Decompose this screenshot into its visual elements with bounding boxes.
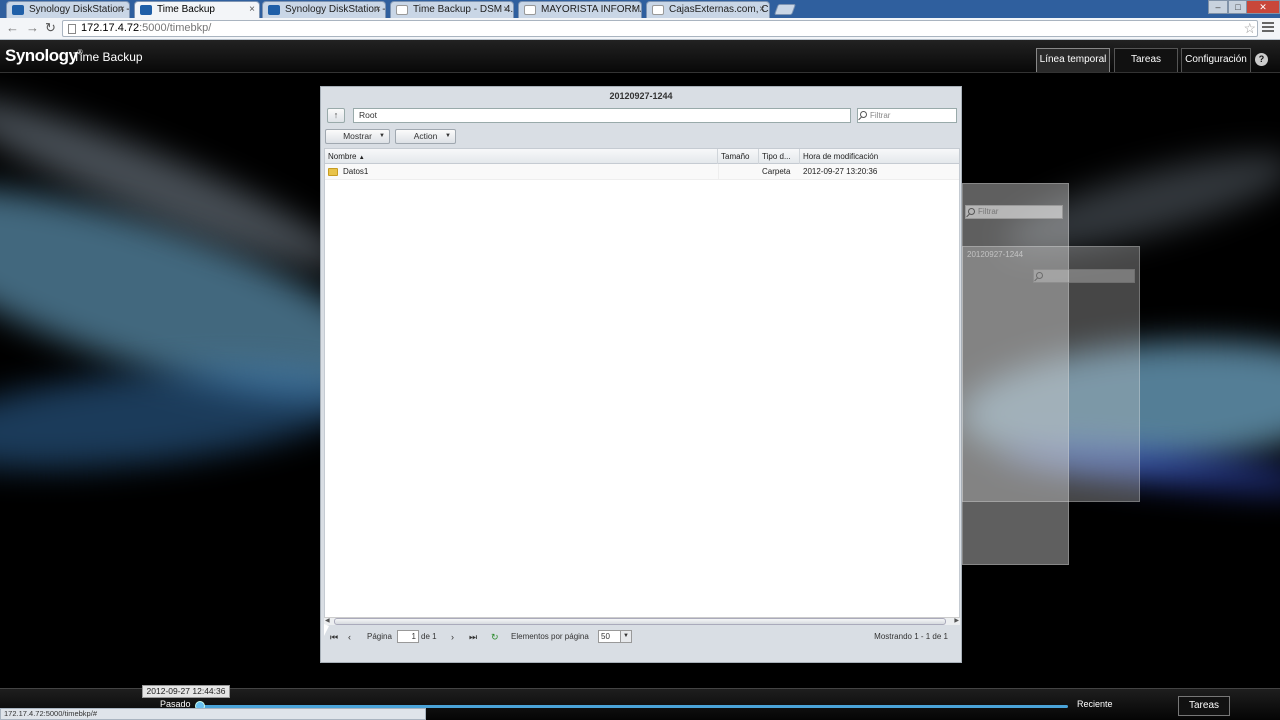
table-row[interactable]: Datos1 Carpeta 2012-09-27 13:20:36 xyxy=(325,164,959,180)
page-number-input[interactable]: 1 xyxy=(397,630,419,643)
column-header-modified[interactable]: Hora de modificación xyxy=(800,149,959,164)
pagination-bar: ⏮ ‹ Página 1 de 1 › ⏭ ↻ Elementos por pá… xyxy=(324,628,960,646)
tasks-button[interactable]: Tareas xyxy=(1178,696,1230,716)
new-tab-button[interactable] xyxy=(773,4,797,15)
help-icon[interactable]: ? xyxy=(1255,53,1268,66)
dsm-favicon-icon xyxy=(140,5,152,15)
column-header-name[interactable]: Nombre ▲ xyxy=(325,149,718,164)
refresh-icon[interactable]: ↻ xyxy=(491,628,499,646)
cell-modified: 2012-09-27 13:20:36 xyxy=(803,167,878,176)
folder-icon xyxy=(328,168,338,176)
browser-tab[interactable]: Time Backup - DSM 4.1 - S × xyxy=(390,1,514,18)
address-bar[interactable]: 172.17.4.72:5000/timebkp/ xyxy=(62,20,1258,37)
reload-icon[interactable]: ↻ xyxy=(45,21,56,35)
page-of-label: de 1 xyxy=(421,632,437,641)
search-icon xyxy=(968,208,975,215)
column-header-size[interactable]: Tamaño xyxy=(718,149,759,164)
close-icon[interactable]: × xyxy=(759,2,765,18)
scroll-right-icon[interactable]: ▶ xyxy=(954,617,959,624)
close-icon[interactable]: × xyxy=(503,2,509,18)
up-arrow-icon: ↑ xyxy=(333,110,339,120)
tab-tasks[interactable]: Tareas xyxy=(1114,48,1178,72)
browser-tab[interactable]: Synology DiskStation - Dis × xyxy=(6,1,130,18)
maximize-button[interactable]: □ xyxy=(1228,0,1248,14)
browser-tab[interactable]: Synology DiskStation - Dis × xyxy=(262,1,386,18)
recent-label: Reciente xyxy=(1077,699,1113,709)
page-icon xyxy=(68,24,76,34)
last-page-icon[interactable]: ⏭ xyxy=(469,628,477,646)
dropdown-arrow-icon: ▼ xyxy=(379,133,385,139)
up-folder-button[interactable]: ↑ xyxy=(327,108,345,123)
status-bar-url: 172.17.4.72:5000/timebkp/# xyxy=(0,708,426,720)
search-icon xyxy=(1036,272,1043,279)
doc-favicon-icon xyxy=(652,5,664,15)
close-icon[interactable]: × xyxy=(249,2,255,18)
back-arrow-icon[interactable]: ← xyxy=(6,21,19,35)
show-dropdown-button[interactable]: Mostrar ▼ xyxy=(325,129,390,144)
browser-tab[interactable]: CajasExternas.com, Cajas E × xyxy=(646,1,770,18)
search-icon xyxy=(860,111,867,118)
app-title: Time Backup xyxy=(73,50,143,64)
tab-label: CajasExternas.com, Cajas E xyxy=(669,4,769,15)
close-icon[interactable]: × xyxy=(119,2,125,18)
prev-page-icon[interactable]: ‹ xyxy=(348,628,351,646)
tab-label: MAYORISTA INFORMATIC xyxy=(541,4,641,15)
cell-name: Datos1 xyxy=(343,167,369,176)
browser-tab[interactable]: MAYORISTA INFORMATIC × xyxy=(518,1,642,18)
tab-settings[interactable]: Configuración xyxy=(1181,48,1251,72)
mouse-cursor-icon xyxy=(324,624,329,636)
grid-header: Nombre ▲ Tamaño Tipo d... Hora de modifi… xyxy=(325,149,959,164)
horizontal-scrollbar[interactable]: ◀ ▶ xyxy=(324,617,960,625)
showing-count: Mostrando 1 - 1 de 1 xyxy=(874,632,948,641)
cell-size xyxy=(718,164,759,180)
browser-tab-bar: Synology DiskStation - Dis × Time Backup… xyxy=(0,0,1280,18)
url-host: 172.17.4.72 xyxy=(81,22,140,34)
tab-label: Synology DiskStation - Dis xyxy=(285,4,386,15)
scrollbar-thumb[interactable] xyxy=(334,618,946,625)
menu-icon[interactable] xyxy=(1261,20,1275,34)
ghost-filter-field: Filtrar xyxy=(965,205,1063,219)
window-title: 20120927-1244 xyxy=(609,91,673,101)
dsm-favicon-icon xyxy=(268,5,280,15)
page-label: Página xyxy=(367,632,392,641)
chevron-down-icon: ▼ xyxy=(620,631,631,642)
browser-toolbar: ← → ↻ 172.17.4.72:5000/timebkp/ ☆ xyxy=(0,18,1280,40)
tab-timeline[interactable]: Línea temporal xyxy=(1036,48,1110,72)
close-icon[interactable]: × xyxy=(375,2,381,18)
dsm-favicon-icon xyxy=(12,5,24,15)
window-close-button[interactable]: ✕ xyxy=(1246,0,1280,14)
sort-asc-icon: ▲ xyxy=(358,155,365,161)
path-field[interactable]: Root xyxy=(353,108,851,123)
tab-label: Time Backup xyxy=(157,4,215,15)
tab-label: Time Backup - DSM 4.1 - S xyxy=(413,4,514,15)
app-header: Synology® Time Backup Línea temporal Tar… xyxy=(0,40,1280,73)
column-header-type[interactable]: Tipo d... xyxy=(759,149,800,164)
filter-input[interactable]: Filtrar xyxy=(857,108,957,123)
bookmark-star-icon[interactable]: ☆ xyxy=(1243,20,1256,37)
synology-logo: Synology® xyxy=(5,46,83,65)
timeline-tooltip: 2012-09-27 12:44:36 xyxy=(142,685,230,698)
snapshot-browser-window[interactable]: 20120927-1244 ↑ Root Filtrar Mostrar ▼ Ac… xyxy=(320,86,962,663)
doc-favicon-icon xyxy=(524,5,536,15)
ghost-filter-field xyxy=(1033,269,1135,283)
browser-tab-active[interactable]: Time Backup × xyxy=(134,1,260,18)
next-page-icon[interactable]: › xyxy=(451,628,454,646)
ghost-window-title: 20120927-1244 xyxy=(967,250,1024,259)
first-page-icon[interactable]: ⏮ xyxy=(330,628,338,646)
doc-favicon-icon xyxy=(396,5,408,15)
url-path: :5000/timebkp/ xyxy=(139,22,212,34)
snapshot-window-farther[interactable]: 20120927-1244 xyxy=(962,246,1140,502)
scroll-left-icon[interactable]: ◀ xyxy=(325,617,330,624)
timeline-stage: Filtrar 20120927-1244 20120927-1244 ↑ Ro… xyxy=(0,73,1280,688)
forward-arrow-icon[interactable]: → xyxy=(26,21,39,35)
per-page-select[interactable]: 50 ▼ xyxy=(598,630,632,643)
close-icon[interactable]: × xyxy=(631,2,637,18)
tab-label: Synology DiskStation - Dis xyxy=(29,4,130,15)
minimize-button[interactable]: – xyxy=(1208,0,1228,14)
file-grid: Nombre ▲ Tamaño Tipo d... Hora de modifi… xyxy=(324,148,960,618)
cell-type: Carpeta xyxy=(762,167,791,176)
per-page-label: Elementos por página xyxy=(511,632,589,641)
action-dropdown-button[interactable]: Action ▼ xyxy=(395,129,456,144)
dropdown-arrow-icon: ▼ xyxy=(445,133,451,139)
